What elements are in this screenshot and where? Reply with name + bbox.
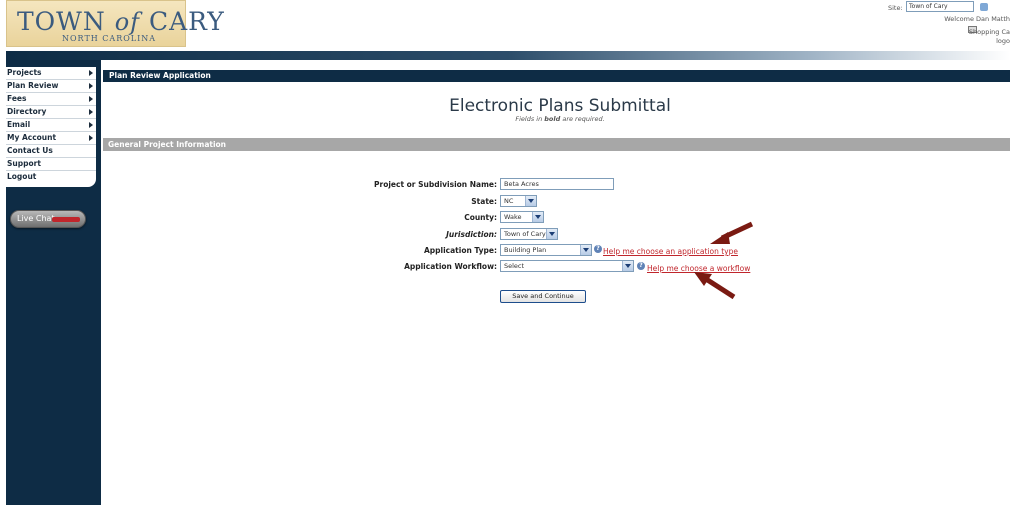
project-name-value: Beta Acres (504, 180, 539, 188)
jurisdiction-value: Town of Cary (504, 230, 546, 238)
annotation-arrow-icon (710, 221, 754, 244)
sidebar-menu: Projects Plan Review Fees Directory Emai… (6, 67, 96, 187)
submenu-arrow-icon (89, 109, 93, 115)
form-title: Electronic Plans Submittal (449, 96, 671, 116)
section-header: General Project Information (103, 138, 1010, 151)
header-bar (6, 51, 1010, 60)
page-title: Plan Review Application (109, 71, 211, 80)
required-note-suffix: are required. (560, 115, 605, 123)
logo-cary-text: CARY (149, 7, 225, 36)
chevron-down-icon[interactable] (525, 196, 536, 206)
logo-of-text: of (114, 8, 141, 36)
state-label: State: (471, 197, 497, 206)
help-icon[interactable]: ? (637, 262, 645, 270)
logo-wordmark: TOWN of CARY (17, 7, 225, 36)
chevron-down-icon[interactable] (532, 212, 543, 222)
submenu-arrow-icon (89, 70, 93, 76)
required-note: Fields in bold are required. (470, 115, 650, 123)
sidebar-item-plan-review[interactable]: Plan Review (6, 80, 96, 93)
application-type-label: Application Type: (423, 246, 497, 255)
sidebar-item-label: Fees (7, 94, 27, 103)
jurisdiction-label: Jurisdiction: (446, 230, 497, 239)
sidebar-item-label: Support (7, 159, 41, 168)
site-go-icon[interactable] (980, 3, 988, 11)
submenu-arrow-icon (89, 122, 93, 128)
help-icon[interactable]: ? (594, 245, 602, 253)
submenu-arrow-icon (89, 96, 93, 102)
logo-town-text: TOWN (17, 7, 106, 36)
project-name-label: Project or Subdivision Name: (374, 180, 497, 189)
sidebar-item-logout[interactable]: Logout (6, 171, 96, 184)
county-label: County: (464, 213, 497, 222)
application-workflow-select[interactable]: Select (500, 260, 634, 272)
logo-subtitle: NORTH CAROLINA (62, 34, 157, 43)
chevron-down-icon[interactable] (622, 261, 633, 271)
sidebar-item-support[interactable]: Support (6, 158, 96, 171)
sidebar-item-label: Plan Review (7, 81, 59, 90)
annotation-arrow-icon (694, 272, 736, 300)
project-name-input[interactable]: Beta Acres (500, 178, 614, 190)
sidebar-item-label: Contact Us (7, 146, 53, 155)
sidebar-item-label: Projects (7, 68, 42, 77)
application-workflow-value: Select (504, 262, 525, 270)
shopping-cart-link[interactable]: Shopping Ca (969, 28, 1010, 36)
application-workflow-label: Application Workflow: (404, 262, 497, 271)
welcome-text: Welcome Dan Matth (944, 15, 1010, 23)
sidebar-item-label: Email (7, 120, 31, 129)
jurisdiction-select[interactable]: Town of Cary (500, 228, 558, 240)
sidebar: Projects Plan Review Fees Directory Emai… (6, 60, 101, 505)
live-chat-label: Live Chat (17, 214, 55, 223)
county-value: Wake (504, 213, 522, 221)
state-select[interactable]: NC (500, 195, 537, 207)
submenu-arrow-icon (89, 83, 93, 89)
sidebar-item-my-account[interactable]: My Account (6, 132, 96, 145)
site-label: Site: (888, 4, 903, 12)
page-title-bar: Plan Review Application (103, 70, 1010, 82)
application-type-value: Building Plan (504, 246, 547, 254)
sidebar-item-fees[interactable]: Fees (6, 93, 96, 106)
town-logo[interactable]: TOWN of CARY NORTH CAROLINA (6, 0, 224, 47)
sidebar-item-directory[interactable]: Directory (6, 106, 96, 119)
user-panel: Site: Town of Cary Welcome Dan Matth Sho… (880, 0, 1010, 48)
required-note-prefix: Fields in (515, 115, 545, 123)
site-select[interactable]: Town of Cary (906, 1, 974, 12)
logout-link[interactable]: logo (996, 37, 1010, 45)
sidebar-item-email[interactable]: Email (6, 119, 96, 132)
application-type-select[interactable]: Building Plan (500, 244, 592, 256)
county-select[interactable]: Wake (500, 211, 544, 223)
required-note-bold: bold (544, 115, 561, 123)
site-select-value: Town of Cary (909, 3, 948, 10)
sidebar-item-projects[interactable]: Projects (6, 67, 96, 80)
sidebar-item-label: My Account (7, 133, 57, 142)
state-value: NC (504, 197, 514, 205)
submenu-arrow-icon (89, 135, 93, 141)
sidebar-item-label: Logout (7, 172, 37, 181)
sidebar-item-contact-us[interactable]: Contact Us (6, 145, 96, 158)
save-and-continue-button[interactable]: Save and Continue (500, 290, 586, 303)
live-chat-button[interactable]: Live Chat (10, 210, 86, 228)
section-title: General Project Information (108, 140, 227, 149)
live-chat-status-indicator (52, 217, 80, 222)
chevron-down-icon[interactable] (546, 229, 557, 239)
sidebar-item-label: Directory (7, 107, 47, 116)
chevron-down-icon[interactable] (580, 245, 591, 255)
